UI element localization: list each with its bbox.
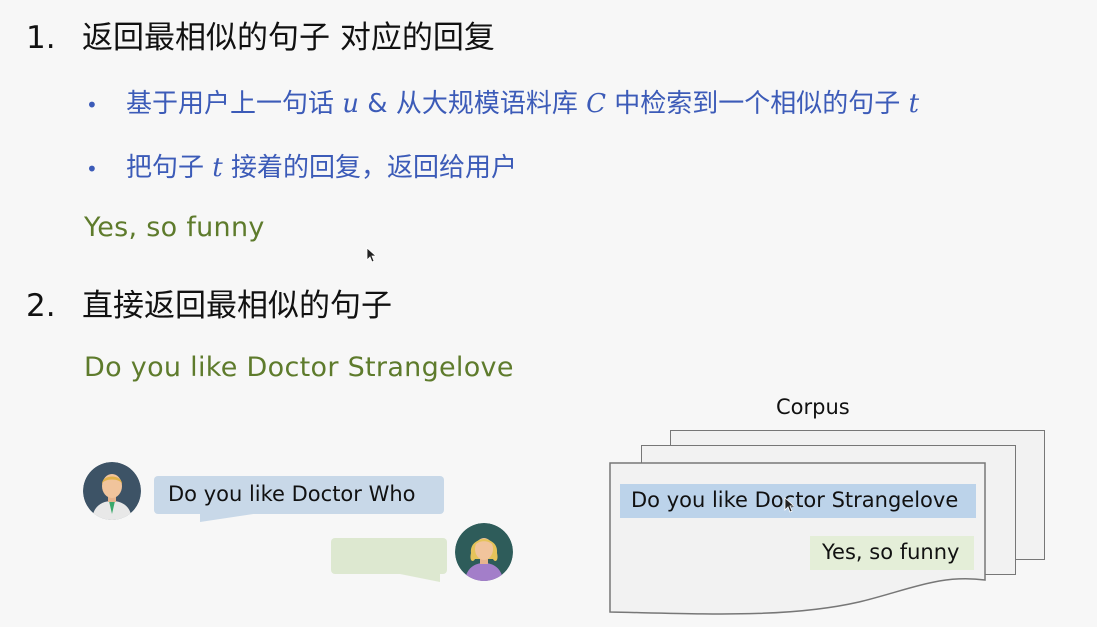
mouse-cursor-icon — [784, 497, 794, 513]
bullet-1-mid: & 从大规模语料库 — [367, 89, 578, 119]
bullet-dot-icon: • — [86, 156, 98, 181]
bullet-2: • 把句子 t 接着的回复，返回给用户 — [86, 147, 517, 184]
bullet-dot-icon: • — [86, 92, 98, 117]
bullet-1-var-c: C — [586, 89, 607, 119]
section-1-number: 1. — [26, 20, 56, 56]
bullet-1-var-u: u — [342, 89, 360, 119]
bubble-tail-icon — [395, 573, 440, 582]
corpus-response: Yes, so funny — [822, 540, 960, 564]
reply-message-bubble — [331, 538, 447, 574]
bubble-tail-icon — [200, 513, 260, 522]
male-avatar-icon — [83, 462, 141, 520]
corpus-label: Corpus — [776, 395, 850, 419]
section-2-example: Do you like Doctor Strangelove — [84, 352, 514, 383]
responder-avatar — [455, 523, 513, 581]
corpus-matched-sentence: Do you like Doctor Strangelove — [631, 488, 959, 512]
user-avatar — [83, 462, 141, 520]
female-avatar-icon — [455, 523, 513, 581]
bullet-1: • 基于用户上一句话 u & 从大规模语料库 C 中检索到一个相似的句子 t — [86, 83, 919, 120]
bullet-2-post: 接着的回复，返回给用户 — [231, 153, 518, 183]
mouse-cursor-icon — [366, 247, 376, 263]
section-2-number: 2. — [26, 288, 56, 324]
section-2-title: 直接返回最相似的句子 — [82, 288, 392, 324]
section-2-heading: 2. 直接返回最相似的句子 — [26, 280, 392, 325]
user-message-text: Do you like Doctor Who — [168, 482, 416, 506]
bullet-1-var-t: t — [908, 89, 920, 119]
bullet-2-var-t: t — [212, 153, 223, 183]
section-1-example: Yes, so funny — [84, 212, 265, 243]
bullet-1-post: 中检索到一个相似的句子 — [614, 89, 901, 119]
section-1-heading: 1. 返回最相似的句子 对应的回复 — [26, 12, 495, 57]
bullet-1-pre: 基于用户上一句话 — [126, 89, 335, 119]
bullet-2-pre: 把句子 — [126, 153, 205, 183]
section-1-title: 返回最相似的句子 对应的回复 — [82, 20, 495, 56]
